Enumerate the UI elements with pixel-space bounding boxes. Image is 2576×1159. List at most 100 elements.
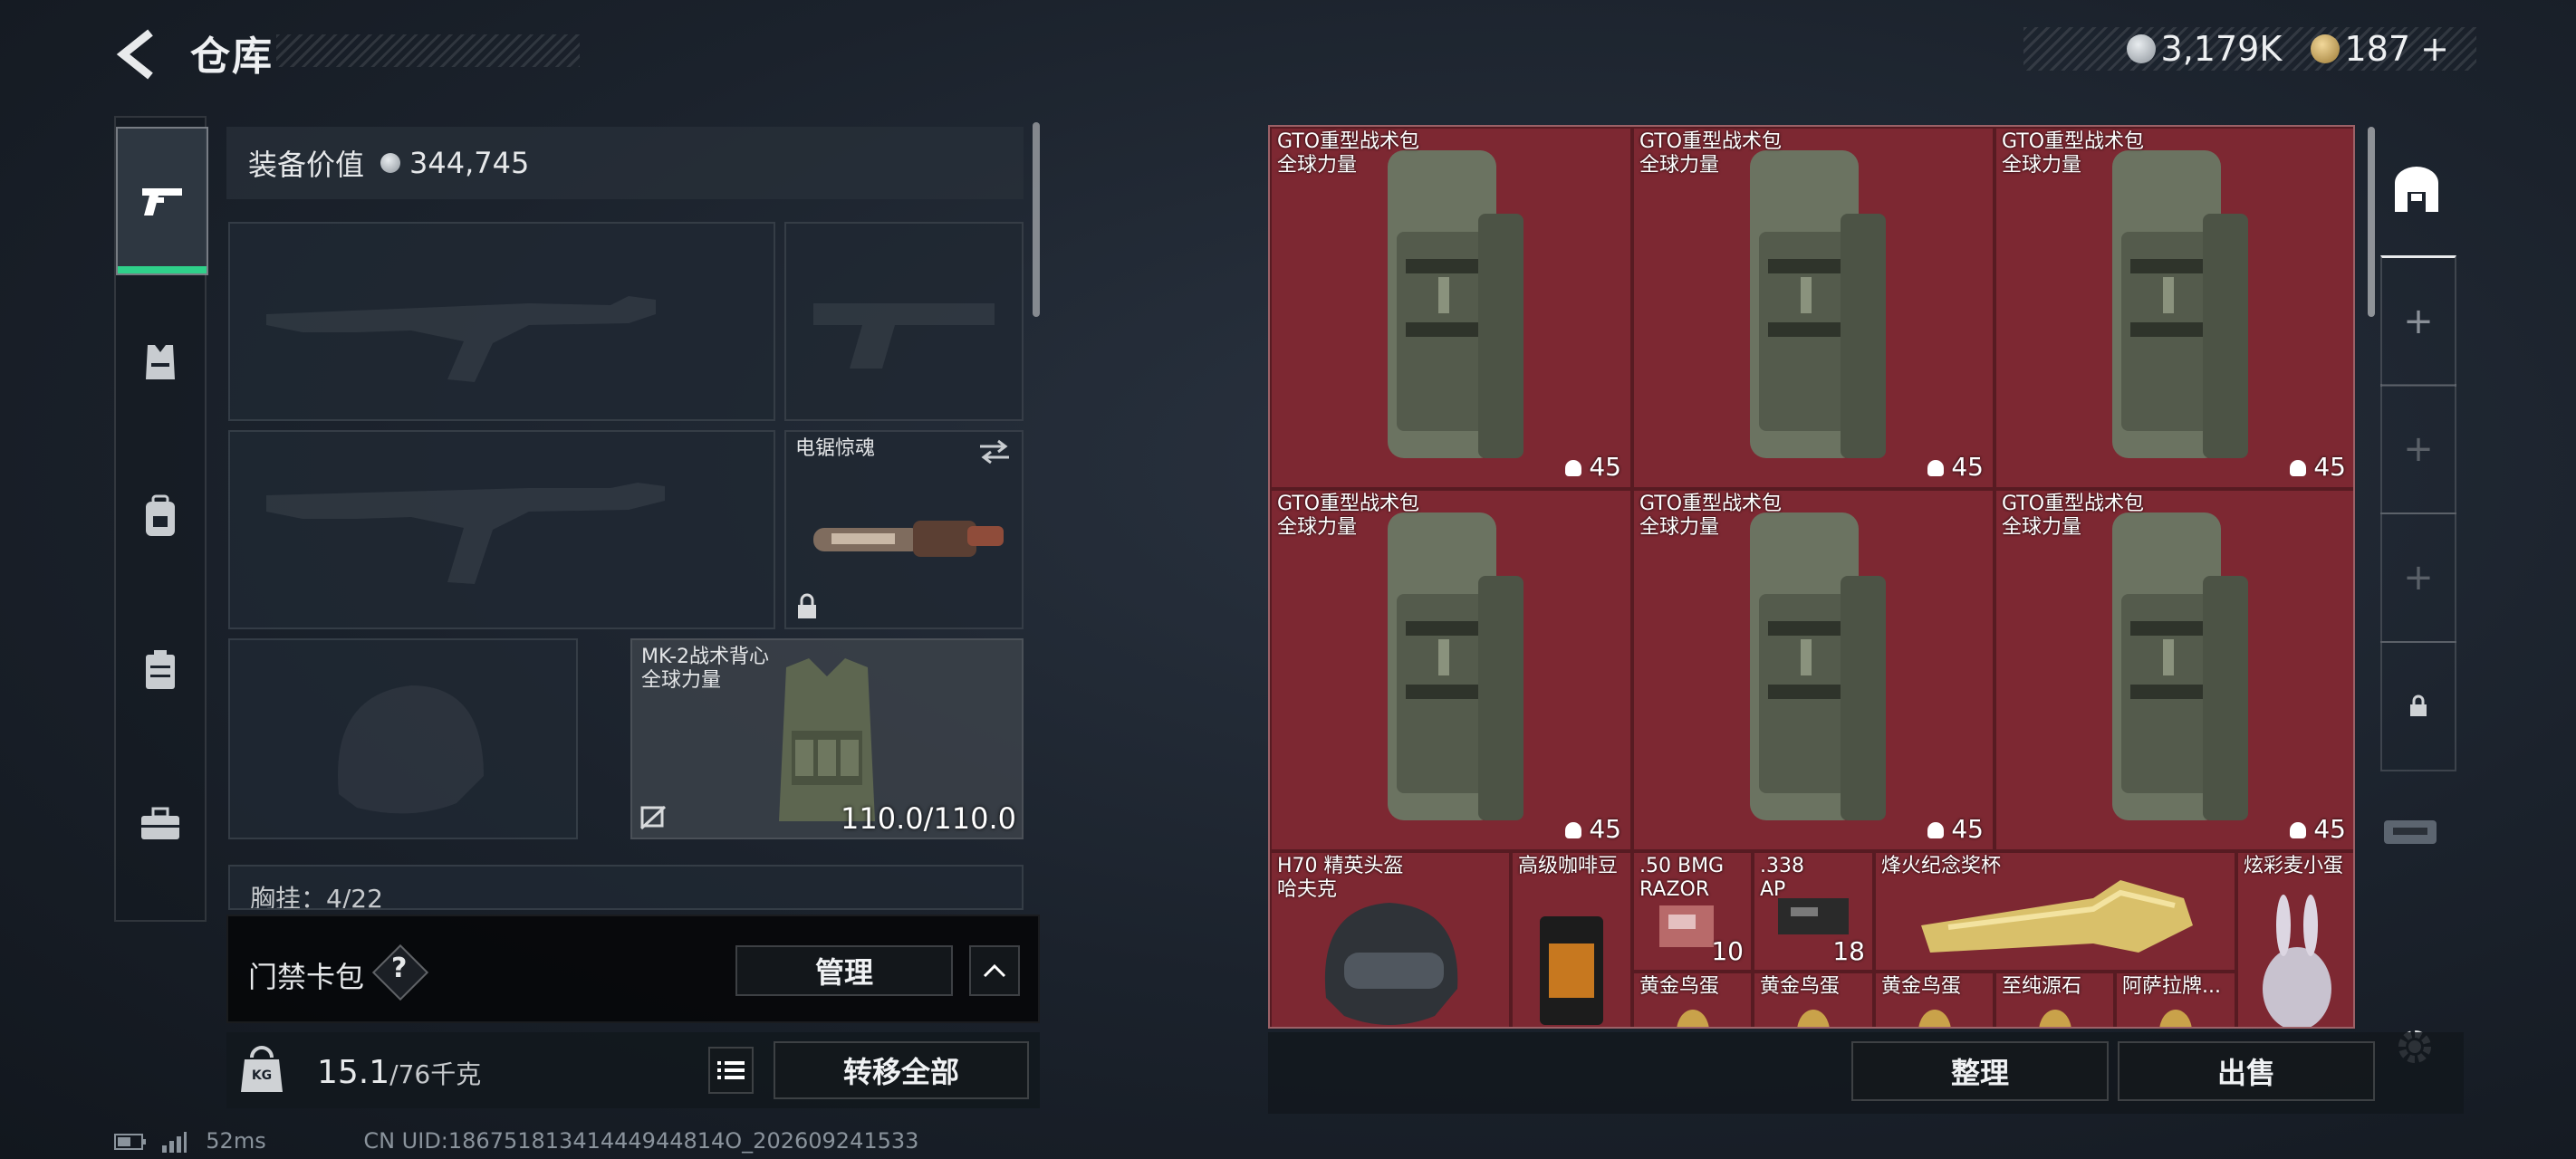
plus-icon: + xyxy=(2403,301,2434,342)
transfer-all-button[interactable]: 转移全部 xyxy=(774,1041,1029,1099)
manage-button[interactable]: 管理 xyxy=(735,945,953,996)
chest-rig-row[interactable]: 胸挂：4/22 xyxy=(228,865,1024,910)
inventory-item[interactable]: 至纯源石 xyxy=(1994,972,2115,1027)
no-insurance-icon xyxy=(639,805,667,830)
backpack-image xyxy=(1388,512,1523,820)
gold-triangle-coin-icon xyxy=(2311,34,2341,63)
item-name: 高级咖啡豆 xyxy=(1518,855,1619,877)
gold-currency-value: 187 xyxy=(2344,29,2411,69)
lock-icon xyxy=(798,593,816,618)
inventory-item[interactable]: .338 AP 18 xyxy=(1753,851,1874,972)
backpack-item[interactable]: GTO重型战术包 全球力量 45 xyxy=(1270,489,1632,851)
inventory-item[interactable]: 高级咖啡豆 xyxy=(1511,851,1632,1027)
melee-name: 电锯惊魂 xyxy=(795,437,876,460)
battery-icon xyxy=(114,1134,146,1150)
inventory-item[interactable]: 炫彩麦小蛋 xyxy=(2236,851,2353,1027)
inventory-item[interactable]: H70 精英头盔 哈夫克 xyxy=(1270,851,1511,1027)
sort-button[interactable]: 整理 xyxy=(1851,1041,2109,1101)
tab-backpack[interactable] xyxy=(116,444,205,589)
item-name: H70 精英头盔 哈夫克 xyxy=(1277,855,1404,901)
pistol-silhouette-icon xyxy=(813,303,995,369)
signal-icon xyxy=(161,1132,187,1153)
backpack-image xyxy=(2112,150,2248,458)
add-currency-button[interactable]: + xyxy=(2420,29,2449,69)
item-name: 至纯源石 xyxy=(2002,975,2082,998)
backpack-item[interactable]: GTO重型战术包 全球力量 45 xyxy=(1632,127,1994,489)
storage-tab-add-2[interactable]: + xyxy=(2380,384,2456,514)
uid-text: CN UID:18675181341444944814O_20260924153… xyxy=(363,1128,919,1154)
equipment-value-label: 装备价值 xyxy=(248,148,365,182)
tab-armor[interactable] xyxy=(116,290,205,435)
storage-tab-locked[interactable] xyxy=(2380,641,2456,771)
item-quantity: 10 xyxy=(1711,936,1744,966)
backpack-image xyxy=(1750,150,1886,458)
inventory-item[interactable]: 阿萨拉牌... xyxy=(2115,972,2236,1027)
item-name: GTO重型战术包 全球力量 xyxy=(1639,130,1783,177)
case-icon xyxy=(146,650,175,689)
equipment-value: 344,745 xyxy=(409,146,530,180)
weight-kg-icon: KG xyxy=(239,1045,284,1094)
storage-tab-extra[interactable] xyxy=(2379,809,2442,855)
capacity-label: 45 xyxy=(2290,452,2346,482)
backpack-item[interactable]: GTO重型战术包 全球力量 45 xyxy=(1270,127,1632,489)
capacity-label: 45 xyxy=(1927,452,1984,482)
card-bag-label: 门禁卡包 xyxy=(248,960,365,994)
inventory-item[interactable]: 黄金鸟蛋 xyxy=(1874,972,1994,1027)
item-name: GTO重型战术包 全球力量 xyxy=(1277,130,1420,177)
tab-case[interactable] xyxy=(116,598,205,742)
trophy-image xyxy=(1921,880,2193,953)
sidearm-slot[interactable] xyxy=(784,222,1024,421)
collapse-button[interactable] xyxy=(969,945,1020,996)
sell-button[interactable]: 出售 xyxy=(2118,1041,2375,1101)
backpack-item[interactable]: GTO重型战术包 全球力量 45 xyxy=(1994,127,2353,489)
rifle-silhouette-icon xyxy=(266,296,656,382)
melee-slot[interactable]: 电锯惊魂 xyxy=(784,430,1024,629)
storage-tab-add-3[interactable]: + xyxy=(2380,512,2456,643)
storage-tab-main[interactable] xyxy=(2380,127,2453,254)
inventory-item[interactable]: 烽火纪念奖杯 xyxy=(1874,851,2236,972)
backpack-item[interactable]: GTO重型战术包 全球力量 45 xyxy=(1632,489,1994,851)
capacity-label: 45 xyxy=(1927,814,1984,844)
capacity-value: 45 xyxy=(1951,452,1984,482)
inventory-item[interactable]: 黄金鸟蛋 xyxy=(1632,972,1753,1027)
gold-egg-image xyxy=(1797,1010,1830,1027)
helmet-image xyxy=(1324,903,1458,1025)
backpack-image xyxy=(1750,512,1886,820)
primary-weapon-slot[interactable] xyxy=(228,222,775,421)
pistol-icon xyxy=(142,188,182,216)
capacity-value: 45 xyxy=(1589,814,1621,844)
inventory-item[interactable]: .50 BMG RAZOR 10 xyxy=(1632,851,1753,972)
item-name: GTO重型战术包 全球力量 xyxy=(1277,493,1420,539)
storage-tab-add-1[interactable]: + xyxy=(2380,255,2456,387)
weight-current: 15.1 xyxy=(317,1054,390,1091)
bag-capacity-icon xyxy=(1565,460,1582,476)
capacity-label: 45 xyxy=(1565,452,1621,482)
loadout-scrollbar[interactable] xyxy=(1033,122,1040,317)
helmet-slot[interactable] xyxy=(228,638,578,839)
armor-durability: 110.0/110.0 xyxy=(841,801,1016,836)
backpack-item[interactable]: GTO重型战术包 全球力量 45 xyxy=(1994,489,2353,851)
armor-slot[interactable]: MK-2战术背心 全球力量 110.0/110.0 xyxy=(630,638,1024,839)
back-button[interactable] xyxy=(114,27,165,81)
item-name: 炫彩麦小蛋 xyxy=(2244,855,2344,877)
inventory-item[interactable]: 黄金鸟蛋 xyxy=(1753,972,1874,1027)
tab-tools[interactable] xyxy=(116,752,205,896)
capacity-value: 45 xyxy=(1951,814,1984,844)
weight-max: /76千克 xyxy=(389,1059,482,1089)
silver-coin-icon xyxy=(2127,34,2157,63)
list-view-button[interactable] xyxy=(708,1047,754,1094)
help-icon: ? xyxy=(391,953,408,984)
plus-icon: + xyxy=(2403,428,2434,470)
bag-capacity-icon xyxy=(1565,822,1582,838)
inventory-grid: GTO重型战术包 全球力量 45 GTO重型战术包 全球力量 45 GTO重型战术包 全… xyxy=(1268,125,2355,1029)
lock-icon xyxy=(2410,694,2427,716)
currency-bar: 3,179K 187 + xyxy=(2023,27,2476,71)
grid-scrollbar[interactable] xyxy=(2368,127,2375,317)
gold-egg-image xyxy=(2159,1010,2192,1027)
capacity-value: 45 xyxy=(2313,452,2346,482)
item-name: GTO重型战术包 全球力量 xyxy=(1639,493,1783,539)
secondary-weapon-slot[interactable] xyxy=(228,430,775,629)
gold-egg-image xyxy=(1918,1010,1951,1027)
swap-icon[interactable] xyxy=(976,439,1013,465)
tab-weapons[interactable] xyxy=(116,127,208,275)
